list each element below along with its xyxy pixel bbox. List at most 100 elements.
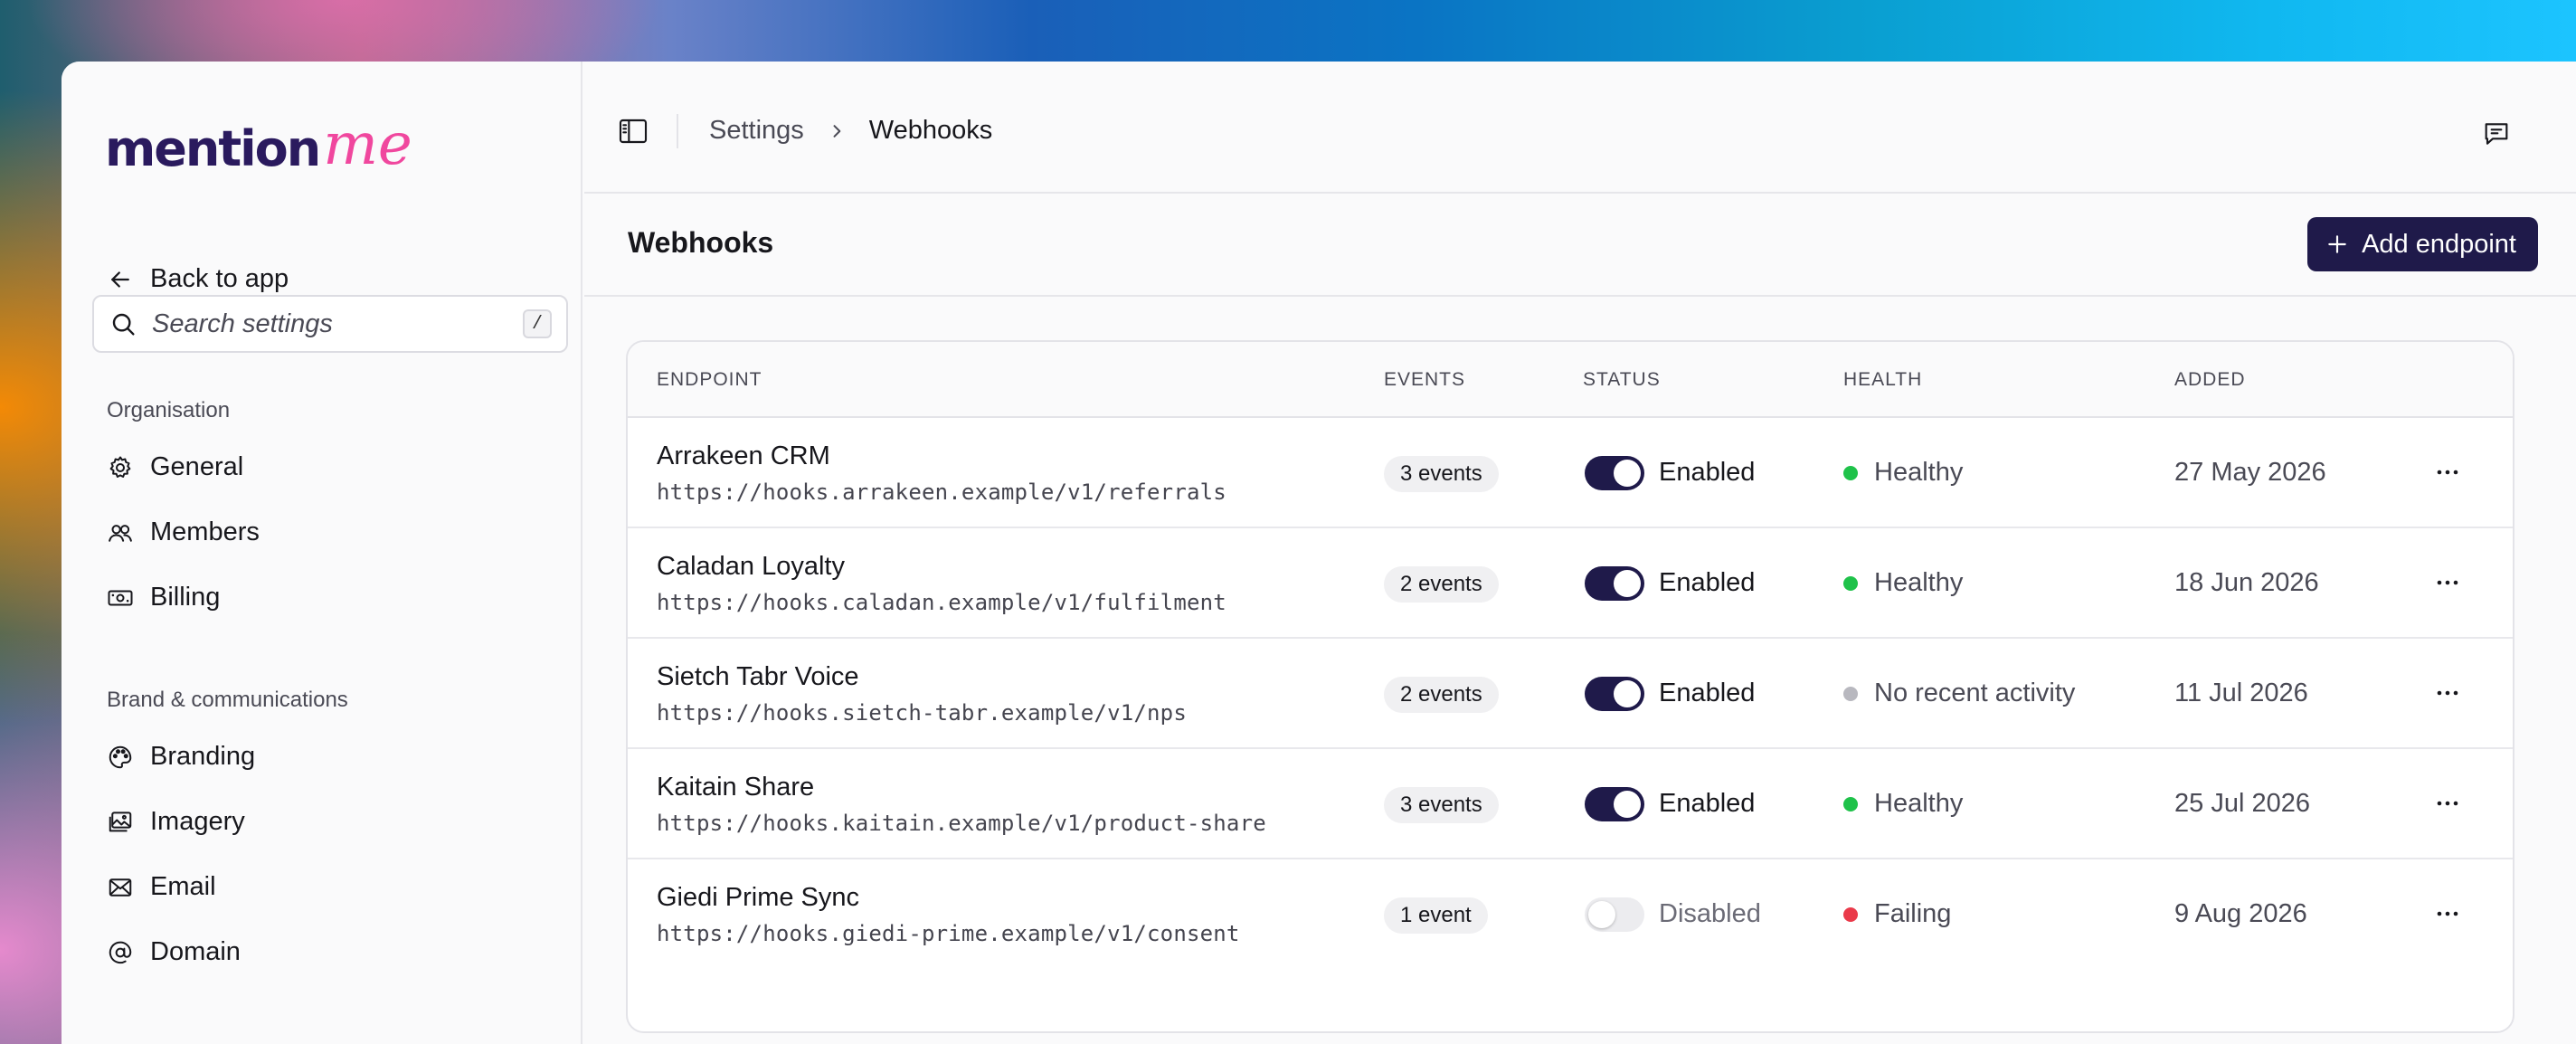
status-label: Enabled	[1659, 568, 1756, 597]
column-header-endpoint: ENDPOINT	[657, 369, 762, 390]
endpoint-url: https://hooks.arrakeen.example/v1/referr…	[657, 479, 1226, 505]
more-horizontal-icon	[2437, 690, 2458, 696]
logo: mention me	[105, 107, 412, 174]
events-badge: 3 events	[1384, 787, 1499, 823]
sidebar-item-imagery[interactable]: Imagery	[107, 807, 245, 837]
row-actions-button[interactable]	[2433, 899, 2462, 928]
endpoint-name: Caladan Loyalty	[657, 552, 845, 581]
health-label: Healthy	[1874, 789, 1964, 818]
toggle-knob	[1614, 570, 1641, 597]
add-endpoint-label: Add endpoint	[2362, 229, 2516, 259]
table-body: Arrakeen CRM https://hooks.arrakeen.exam…	[628, 418, 2513, 970]
added-date: 18 Jun 2026	[2174, 568, 2319, 597]
chevron-right-icon	[833, 124, 841, 138]
added-date: 27 May 2026	[2174, 458, 2326, 487]
endpoint-url: https://hooks.kaitain.example/v1/product…	[657, 811, 1266, 836]
endpoint-name: Sietch Tabr Voice	[657, 662, 859, 691]
users-icon	[109, 524, 132, 542]
app-window: mentionme Back to app / Organisation Gen…	[62, 62, 2576, 1044]
table-row[interactable]: Arrakeen CRM https://hooks.arrakeen.exam…	[628, 418, 2513, 528]
column-header-health: HEALTH	[1843, 369, 1923, 390]
health-indicator: Healthy	[1843, 789, 1963, 819]
endpoint-url: https://hooks.sietch-tabr.example/v1/nps	[657, 700, 1187, 726]
endpoint-url: https://hooks.caladan.example/v1/fulfilm…	[657, 590, 1226, 615]
status-toggle[interactable]	[1585, 677, 1644, 711]
search-settings[interactable]: /	[92, 295, 568, 353]
search-icon	[112, 313, 135, 336]
status-toggle[interactable]	[1585, 787, 1644, 821]
sidebar-item-members[interactable]: Members	[107, 517, 260, 547]
sidebar-item-label: Email	[150, 872, 216, 901]
added-date: 9 Aug 2026	[2174, 899, 2307, 928]
events-badge: 2 events	[1384, 566, 1499, 603]
table-row[interactable]: Caladan Loyalty https://hooks.caladan.ex…	[628, 528, 2513, 639]
mail-icon	[109, 878, 132, 897]
topbar-divider	[677, 114, 678, 148]
health-label: Failing	[1874, 899, 1952, 928]
section-label-organisation: Organisation	[107, 398, 231, 422]
arrow-left-icon	[111, 270, 129, 288]
health-dot	[1843, 906, 1858, 922]
status-label: Enabled	[1659, 679, 1756, 707]
sidebar-item-label: Members	[150, 517, 260, 546]
add-endpoint-button[interactable]: Add endpoint	[2307, 217, 2538, 271]
sidebar-item-billing[interactable]: Billing	[107, 583, 220, 612]
more-horizontal-icon	[2437, 470, 2458, 475]
sidebar-item-label: General	[150, 452, 244, 481]
back-label: Back to app	[150, 264, 289, 293]
status-label: Enabled	[1659, 458, 1756, 487]
sidebar-item-email[interactable]: Email	[107, 872, 216, 902]
endpoint-url: https://hooks.giedi-prime.example/v1/con…	[657, 921, 1240, 946]
health-label: Healthy	[1874, 458, 1964, 487]
back-to-app-link[interactable]: Back to app	[107, 264, 289, 294]
toggle-knob	[1588, 901, 1615, 928]
health-dot	[1843, 465, 1858, 480]
webhooks-table: ENDPOINT EVENTS STATUS HEALTH ADDED Arra…	[626, 340, 2514, 1033]
row-actions-button[interactable]	[2433, 789, 2462, 818]
table-row[interactable]: Sietch Tabr Voice https://hooks.sietch-t…	[628, 639, 2513, 749]
more-horizontal-icon	[2437, 801, 2458, 806]
plus-icon	[2328, 235, 2346, 253]
table-row[interactable]: Giedi Prime Sync https://hooks.giedi-pri…	[628, 859, 2513, 970]
table-header: ENDPOINT EVENTS STATUS HEALTH ADDED	[628, 342, 2513, 418]
row-actions-button[interactable]	[2433, 458, 2462, 487]
message-icon[interactable]	[2482, 119, 2511, 148]
status-toggle[interactable]	[1585, 897, 1644, 932]
health-indicator: No recent activity	[1843, 679, 2075, 708]
sidebar-item-general[interactable]: General	[107, 452, 243, 482]
table-row[interactable]: Kaitain Share https://hooks.kaitain.exam…	[628, 749, 2513, 859]
events-badge: 2 events	[1384, 677, 1499, 713]
sidebar-item-branding[interactable]: Branding	[107, 742, 255, 772]
gear-icon	[109, 456, 131, 478]
sidebar-toggle-icon[interactable]	[619, 118, 648, 145]
events-badge: 3 events	[1384, 456, 1499, 492]
logo-primary: mention	[105, 120, 321, 177]
sidebar-item-domain[interactable]: Domain	[107, 937, 241, 967]
search-input[interactable]	[152, 308, 523, 339]
status-toggle[interactable]	[1585, 456, 1644, 490]
health-dot	[1843, 686, 1858, 701]
row-actions-button[interactable]	[2433, 568, 2462, 597]
added-date: 11 Jul 2026	[2174, 679, 2308, 707]
health-dot	[1843, 575, 1858, 591]
events-badge: 1 event	[1384, 897, 1488, 934]
endpoint-name: Arrakeen CRM	[657, 441, 830, 470]
health-indicator: Healthy	[1843, 568, 1963, 598]
more-horizontal-icon	[2437, 911, 2458, 916]
more-horizontal-icon	[2437, 580, 2458, 585]
banknote-icon	[108, 590, 133, 605]
row-actions-button[interactable]	[2433, 679, 2462, 707]
status-toggle[interactable]	[1585, 566, 1644, 601]
sidebar-item-label: Domain	[150, 937, 241, 966]
palette-icon	[109, 745, 132, 768]
breadcrumb: Settings Webhooks	[709, 116, 992, 146]
sidebar: mentionme Back to app / Organisation Gen…	[62, 62, 582, 1044]
health-label: Healthy	[1874, 568, 1964, 597]
breadcrumb-settings[interactable]: Settings	[709, 116, 804, 146]
main-content: Settings Webhooks Webhooks Add endpoint …	[584, 62, 2576, 1044]
sidebar-item-label: Billing	[150, 583, 221, 612]
topbar: Settings Webhooks	[584, 62, 2576, 194]
section-label-brand: Brand & communications	[107, 688, 348, 712]
added-date: 25 Jul 2026	[2174, 789, 2310, 818]
status-label: Disabled	[1659, 899, 1761, 928]
